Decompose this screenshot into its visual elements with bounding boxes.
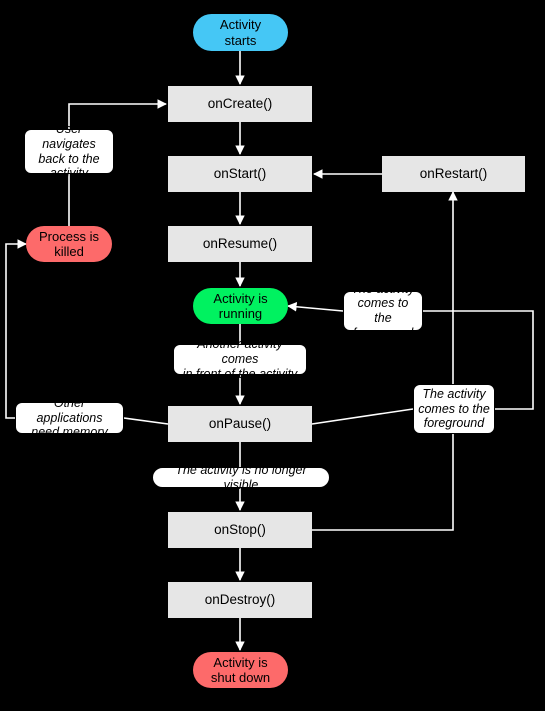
edge-foreground-to-running (287, 302, 344, 312)
edge-onpause-to-othermem (123, 417, 169, 425)
state-activity-shut-down: Activity is shut down (193, 652, 288, 688)
edge-onstop-to-onrestart-line (312, 194, 454, 531)
method-box-onstop: onStop() (168, 512, 312, 548)
condition-activity-no-longer-visible: The activity is no longer visible (152, 463, 330, 492)
method-box-oncreate: onCreate() (168, 86, 312, 122)
condition-another-activity-in-front: Another activity comes in front of the a… (173, 337, 307, 381)
method-box-ondestroy: onDestroy() (168, 582, 312, 618)
condition-activity-comes-to-foreground-mid: The activity comes to the foreground (343, 282, 423, 340)
condition-activity-comes-to-foreground-right: The activity comes to the foreground (413, 384, 495, 434)
method-box-onstart: onStart() (168, 156, 312, 192)
state-activity-starts: Activity starts (193, 14, 288, 51)
edge-othermem-to-killed (5, 239, 27, 419)
method-box-onpause: onPause() (168, 406, 312, 442)
method-box-onrestart: onRestart() (382, 156, 525, 192)
condition-user-navigates-back: User navigates back to the activity (24, 122, 114, 180)
state-activity-running: Activity is running (193, 288, 288, 324)
edge-onpause-to-foreground (311, 408, 414, 425)
condition-other-applications-need-memory: Other applications need memory (15, 396, 124, 439)
method-box-onresume: onResume() (168, 226, 312, 262)
activity-lifecycle-diagram: Activity starts Activity is running Proc… (0, 0, 545, 711)
state-process-killed: Process is killed (26, 226, 112, 262)
